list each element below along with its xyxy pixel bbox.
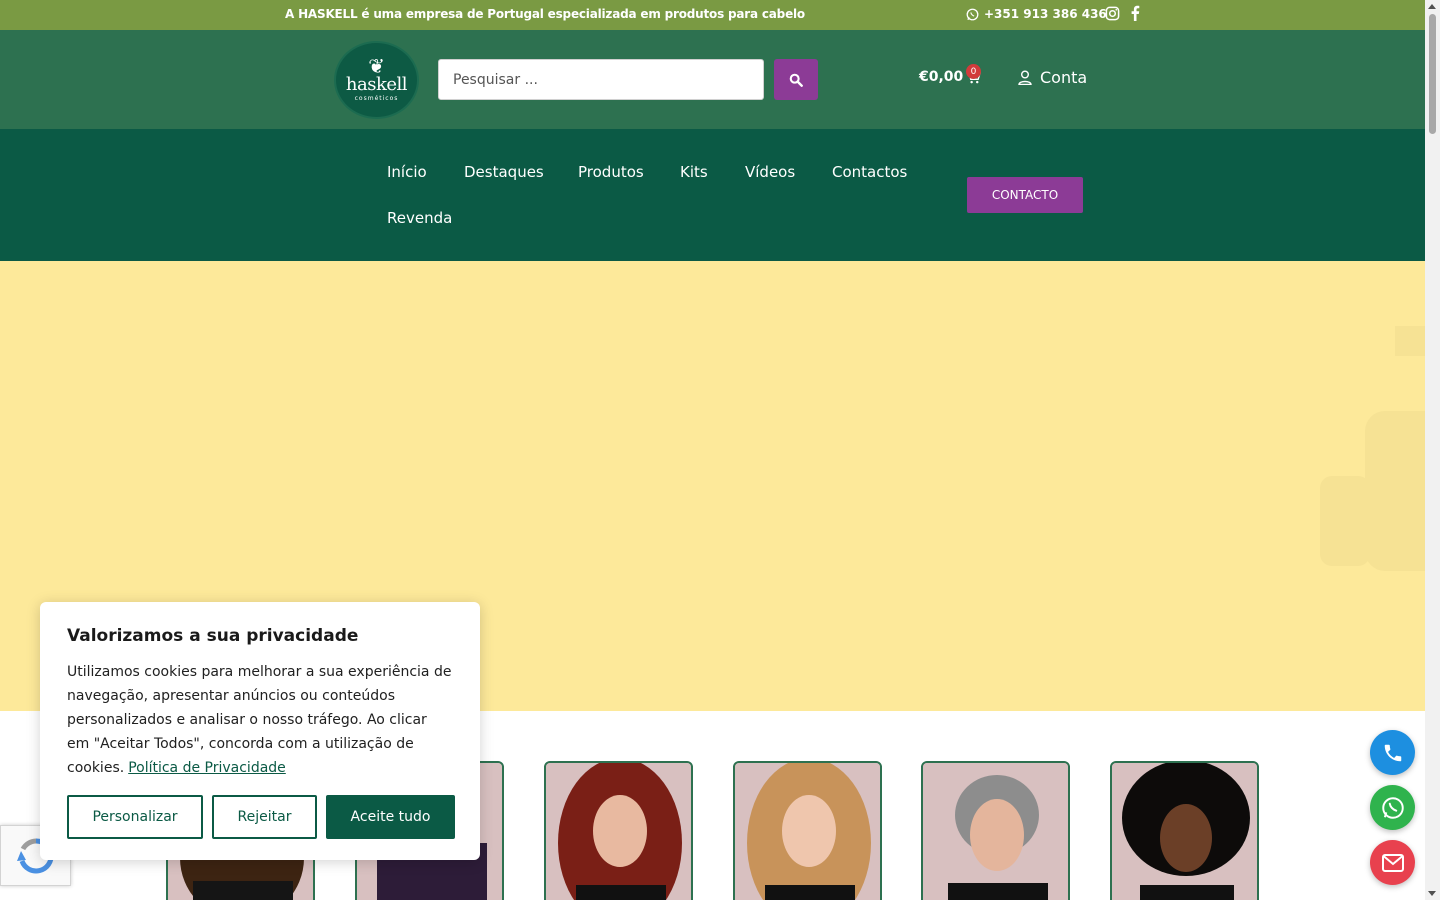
nav-item-produtos[interactable]: Produtos [578, 163, 644, 181]
whatsapp-icon [1381, 796, 1404, 819]
mail-icon [1381, 853, 1404, 872]
logo-name: haskell [345, 74, 408, 95]
hair-model-card[interactable] [544, 761, 693, 900]
cart-count-badge: 0 [966, 64, 981, 79]
scroll-down-icon[interactable] [1428, 891, 1436, 896]
model-photo [546, 763, 691, 900]
account-link[interactable]: Conta [1018, 68, 1087, 87]
model-photo [735, 763, 880, 900]
account-label: Conta [1040, 68, 1088, 87]
model-photo [1112, 763, 1257, 900]
nav-item-kits[interactable]: Kits [680, 163, 708, 181]
hero-decoration [1395, 326, 1425, 356]
nav-item-revenda[interactable]: Revenda [387, 209, 452, 227]
email-button[interactable] [1370, 840, 1415, 885]
scrollbar-thumb[interactable] [1429, 14, 1436, 134]
privacy-policy-link[interactable]: Política de Privacidade [128, 760, 286, 776]
hero-decoration [1320, 476, 1370, 566]
cart-button[interactable]: €0,00 0 [919, 64, 982, 85]
whatsapp-icon [966, 8, 979, 20]
reject-button[interactable]: Rejeitar [212, 795, 317, 839]
facebook-icon[interactable] [1130, 5, 1140, 21]
top-bar-message: A HASKELL é uma empresa de Portugal espe… [285, 7, 805, 21]
logo-mark-icon: ❦ [368, 54, 385, 78]
search-icon [789, 73, 803, 87]
call-button[interactable] [1370, 730, 1415, 775]
user-icon [1018, 70, 1032, 85]
scroll-up-icon[interactable] [1428, 4, 1436, 9]
nav-item-contactos[interactable]: Contactos [832, 163, 907, 181]
page-scrollbar[interactable] [1425, 0, 1440, 900]
cookie-title: Valorizamos a sua privacidade [67, 626, 359, 646]
cookie-consent-banner: Valorizamos a sua privacidade Utilizamos… [40, 602, 480, 860]
cart-total: €0,00 [919, 69, 964, 85]
hero-decoration [1365, 411, 1425, 571]
nav-item-destaques[interactable]: Destaques [464, 163, 544, 181]
cookie-text: Utilizamos cookies para melhorar a sua e… [67, 660, 453, 780]
social-links [1105, 5, 1140, 21]
cookie-buttons: Personalizar Rejeitar Aceite tudo [67, 795, 455, 839]
main-nav: Início Destaques Produtos Kits Vídeos Co… [0, 129, 1425, 261]
search-input[interactable] [438, 59, 764, 100]
hair-model-card[interactable] [1110, 761, 1259, 900]
nav-item-inicio[interactable]: Início [387, 163, 427, 181]
haskell-logo[interactable]: ❦ haskell cosméticos [334, 41, 419, 119]
search-button[interactable] [774, 59, 818, 100]
hair-model-card[interactable] [921, 761, 1070, 900]
contact-cta-button[interactable]: CONTACTO [967, 177, 1083, 213]
model-photo [923, 763, 1068, 900]
logo-subtitle: cosméticos [354, 95, 399, 102]
instagram-icon[interactable] [1105, 6, 1120, 21]
site-header: ❦ haskell cosméticos €0,00 0 Conta [0, 30, 1425, 129]
phone-icon [1384, 744, 1401, 761]
whatsapp-button[interactable] [1370, 785, 1415, 830]
customize-button[interactable]: Personalizar [67, 795, 203, 839]
accept-all-button[interactable]: Aceite tudo [326, 795, 455, 839]
hair-model-card[interactable] [733, 761, 882, 900]
top-bar: A HASKELL é uma empresa de Portugal espe… [0, 0, 1425, 30]
phone-number: +351 913 386 436 [984, 7, 1107, 21]
nav-item-videos[interactable]: Vídeos [745, 163, 795, 181]
phone-link[interactable]: +351 913 386 436 [966, 7, 1107, 21]
